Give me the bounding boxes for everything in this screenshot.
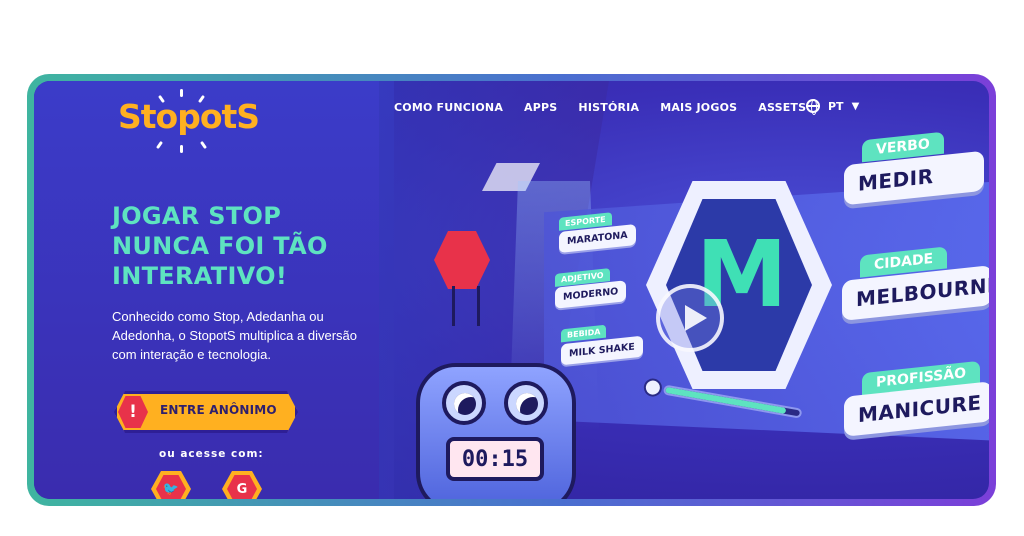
headline-line: JOGAR STOP <box>112 202 282 230</box>
stopots-logo[interactable]: StopotS <box>118 89 260 153</box>
language-selector[interactable]: PT ▼ <box>806 99 860 115</box>
alt-login-label: ou acesse com: <box>159 448 264 460</box>
chevron-down-icon: ▼ <box>851 100 860 112</box>
enter-anonymous-button[interactable]: ! ENTRE ANÔNIMO <box>114 391 298 433</box>
logo-ray <box>180 89 183 97</box>
mascot-legs <box>452 286 480 326</box>
nav-assets[interactable]: ASSETS <box>758 101 806 114</box>
logo-text: StopotS <box>118 97 260 136</box>
nav-historia[interactable]: HISTÓRIA <box>578 101 639 114</box>
twitter-icon: 🐦 <box>156 475 186 499</box>
main-nav: COMO FUNCIONA APPS HISTÓRIA MAIS JOGOS A… <box>394 101 827 114</box>
small-category-tag: ESPORTE MARATONA <box>559 209 636 254</box>
big-category-tag: VERBO MEDIR <box>844 131 984 206</box>
nav-apps[interactable]: APPS <box>524 101 557 114</box>
logo-ray <box>199 140 208 150</box>
timer-display: 00:15 <box>446 437 544 481</box>
logo-ray <box>155 140 164 150</box>
play-video-button[interactable] <box>656 284 724 352</box>
big-category-tag: PROFISSÃO MANICURE <box>844 360 989 437</box>
small-category-tag: ADJETIVO MODERNO <box>555 265 627 309</box>
hero-description: Conhecido como Stop, Adedanha ou Adedonh… <box>112 309 357 362</box>
button-label: ENTRE ANÔNIMO <box>160 403 277 417</box>
headline-line: NUNCA FOI TÃO <box>112 232 328 260</box>
headline-line: INTERATIVO! <box>112 262 288 290</box>
language-label: PT <box>828 99 844 113</box>
browser-frame: StopotS COMO FUNCIONA APPS HISTÓRIA MAIS… <box>27 74 996 506</box>
hero-headline: JOGAR STOP NUNCA FOI TÃO INTERATIVO! <box>112 201 412 291</box>
nav-mais-jogos[interactable]: MAIS JOGOS <box>660 101 737 114</box>
robot-eye <box>504 381 548 425</box>
google-icon: G <box>227 475 257 499</box>
globe-icon <box>806 99 820 115</box>
stopots-landing: StopotS COMO FUNCIONA APPS HISTÓRIA MAIS… <box>34 81 989 499</box>
timer-robot: 00:15 <box>416 343 591 499</box>
nav-como-funciona[interactable]: COMO FUNCIONA <box>394 101 503 114</box>
big-category-tag: CIDADE MELBOURNE <box>842 246 989 321</box>
robot-eye <box>442 381 486 425</box>
logo-ray <box>180 145 183 153</box>
clock-icon <box>642 377 664 398</box>
